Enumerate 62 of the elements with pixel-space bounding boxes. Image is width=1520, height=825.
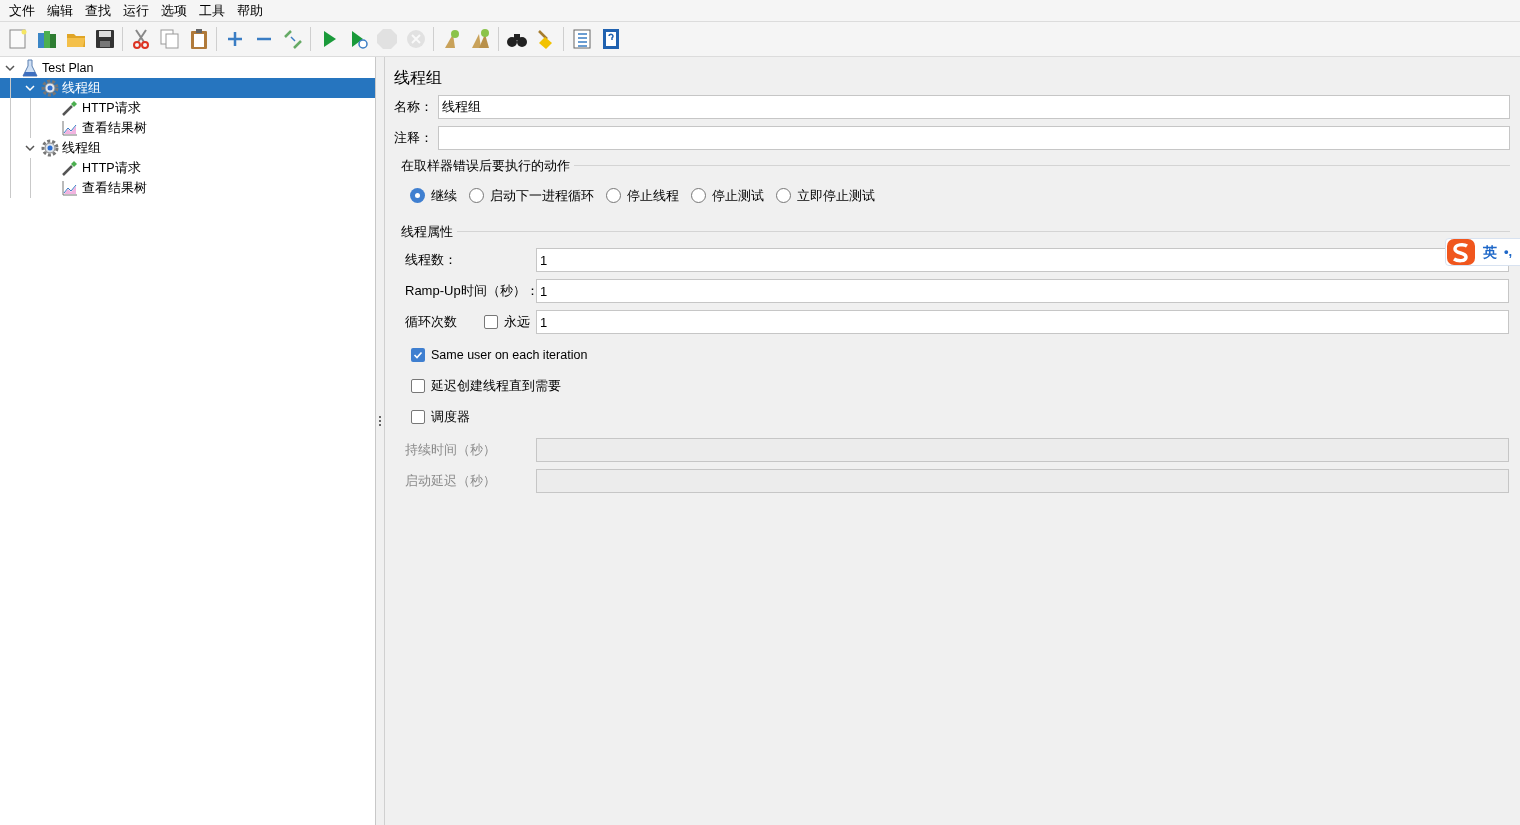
- tree-item-label: 查看结果树: [82, 179, 147, 197]
- tree-item[interactable]: 查看结果树: [0, 178, 375, 198]
- checkbox[interactable]: [411, 348, 425, 362]
- check-icon: [413, 350, 423, 360]
- checkbox-label: 调度器: [431, 408, 470, 426]
- tree-item[interactable]: 线程组: [0, 138, 375, 158]
- menu-item[interactable]: 编辑: [41, 0, 79, 21]
- tree-item-label: 线程组: [62, 79, 101, 97]
- dropper-icon: [61, 159, 79, 177]
- tree-item[interactable]: HTTP请求: [0, 98, 375, 118]
- menu-item[interactable]: 帮助: [231, 0, 269, 21]
- menu-item[interactable]: 工具: [193, 0, 231, 21]
- tree-item[interactable]: Test Plan: [0, 58, 375, 78]
- dropper-icon: [61, 99, 79, 117]
- gear-icon: [41, 139, 59, 157]
- caret-icon[interactable]: [25, 143, 35, 153]
- field-label: 持续时间（秒）: [405, 441, 497, 460]
- field-label: 名称：: [394, 98, 434, 117]
- menu-item[interactable]: 文件: [3, 0, 41, 21]
- comment-field[interactable]: [438, 126, 1510, 150]
- tree-item[interactable]: 查看结果树: [0, 118, 375, 138]
- checkbox-label: 永远: [504, 313, 530, 332]
- tree-item[interactable]: HTTP请求: [0, 158, 375, 178]
- field-label: 启动延迟（秒）: [405, 472, 497, 491]
- tree-item-label: Test Plan: [42, 59, 94, 77]
- tree-item[interactable]: 线程组: [0, 78, 375, 98]
- checkbox-label: 延迟创建线程直到需要: [431, 377, 561, 395]
- tree-item-label: 线程组: [62, 139, 101, 157]
- radio-option[interactable]: 立即停止测试: [776, 185, 875, 206]
- field-label: 注释：: [394, 129, 434, 148]
- field-label: Ramp-Up时间（秒）：: [405, 282, 539, 301]
- radio-option[interactable]: 停止线程: [606, 185, 679, 206]
- checkbox-label: Same user on each iteration: [431, 346, 588, 364]
- field-label: 线程数：: [405, 251, 457, 270]
- radio-option[interactable]: 启动下一进程循环: [469, 185, 594, 206]
- field-label: 循环次数: [405, 313, 457, 332]
- number-field[interactable]: 1: [536, 310, 1509, 334]
- ime-toolbar[interactable]: 英 •,: [1445, 238, 1520, 266]
- name-field[interactable]: 线程组: [438, 95, 1510, 119]
- tree-item-label: 查看结果树: [82, 119, 147, 137]
- s-logo-icon: [1446, 238, 1476, 266]
- panel-title: 线程组: [394, 68, 443, 88]
- checkbox[interactable]: [411, 410, 425, 424]
- number-field[interactable]: 1: [536, 279, 1509, 303]
- menu-item[interactable]: 运行: [117, 0, 155, 21]
- list-icon[interactable]: [570, 28, 593, 50]
- group-legend: 在取样器错误后要执行的动作: [401, 156, 574, 176]
- menu-item[interactable]: 选项: [155, 0, 193, 21]
- tree-item-label: HTTP请求: [82, 99, 141, 117]
- copy-icon[interactable]: [158, 28, 181, 50]
- gear-icon: [41, 79, 59, 97]
- radio-option[interactable]: 停止测试: [691, 185, 764, 206]
- flask-icon: [22, 59, 38, 77]
- radio-option[interactable]: 继续: [410, 185, 457, 206]
- menu-item[interactable]: 查找: [79, 0, 117, 21]
- group-legend: 线程属性: [401, 221, 457, 241]
- chart-icon: [61, 119, 79, 137]
- books-icon[interactable]: [35, 28, 58, 50]
- chart-icon: [61, 179, 79, 197]
- tree-item-label: HTTP请求: [82, 159, 141, 177]
- checkbox[interactable]: [484, 315, 498, 329]
- checkbox[interactable]: [411, 379, 425, 393]
